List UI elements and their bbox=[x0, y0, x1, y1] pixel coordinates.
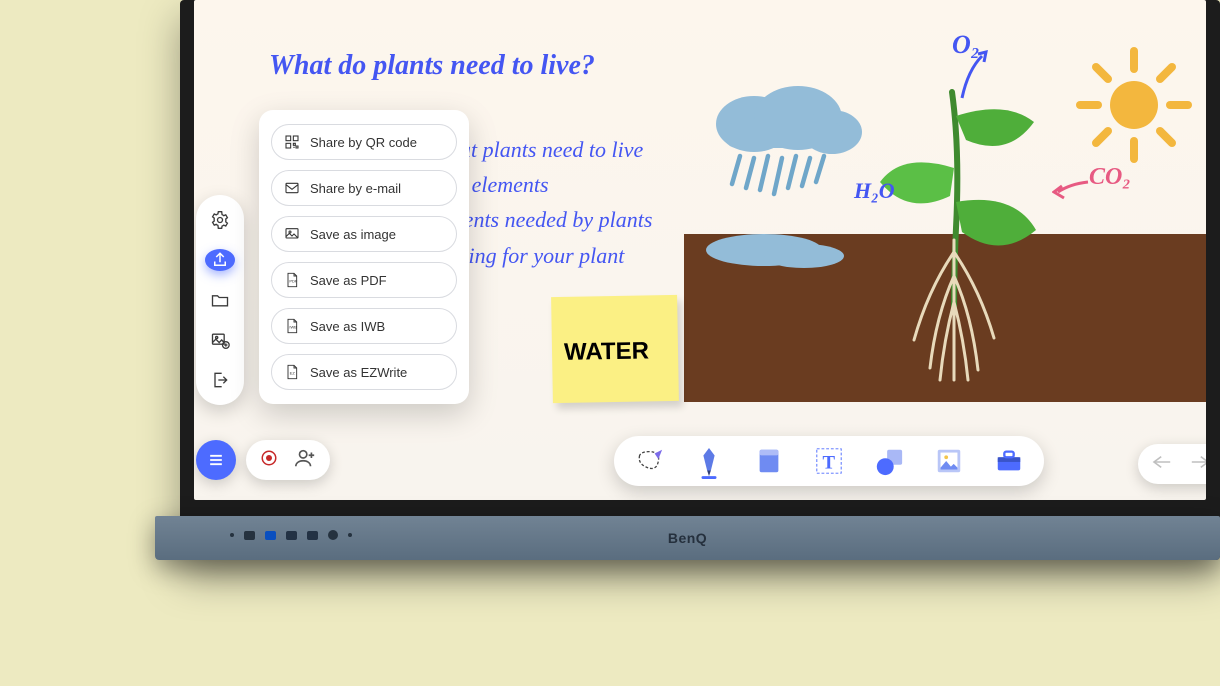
shapes-tool[interactable] bbox=[874, 446, 904, 476]
plant-illustration bbox=[874, 80, 1044, 400]
bottom-toolbar: T bbox=[614, 436, 1044, 486]
save-image-option[interactable]: Save as image bbox=[271, 216, 457, 252]
gear-icon bbox=[210, 210, 230, 230]
record-button[interactable] bbox=[260, 449, 278, 472]
history-toolbar bbox=[1138, 444, 1206, 484]
sticky-note[interactable]: WATER bbox=[551, 295, 679, 403]
sun-illustration bbox=[1074, 45, 1194, 165]
add-person-button[interactable] bbox=[294, 447, 316, 474]
main-menu-button[interactable] bbox=[196, 440, 236, 480]
usb-a-port-1 bbox=[286, 531, 297, 540]
lesson-body: hat plants need to live al elements rien… bbox=[449, 132, 652, 273]
folder-icon bbox=[210, 290, 230, 310]
exit-button[interactable] bbox=[205, 369, 235, 391]
share-icon bbox=[211, 251, 229, 269]
undo-icon bbox=[1152, 453, 1174, 471]
save-ez-label: Save as EZWrite bbox=[310, 366, 407, 379]
hdmi-port bbox=[244, 531, 255, 540]
pen-icon bbox=[694, 446, 724, 480]
settings-button[interactable] bbox=[205, 209, 235, 231]
redo-button[interactable] bbox=[1188, 453, 1206, 476]
image-tool[interactable] bbox=[934, 446, 964, 476]
undo-button[interactable] bbox=[1152, 453, 1174, 476]
image-file-icon bbox=[284, 226, 300, 242]
aux-port bbox=[328, 530, 338, 540]
h2o-label: H₂O bbox=[854, 180, 895, 202]
svg-text:PDF: PDF bbox=[289, 279, 298, 284]
share-qr-label: Share by QR code bbox=[310, 136, 417, 149]
share-button[interactable] bbox=[205, 249, 235, 271]
exit-icon bbox=[210, 370, 230, 390]
share-popover: Share by QR code Share by e-mail Save as… bbox=[259, 110, 469, 404]
monitor-front-bar: BenQ bbox=[155, 516, 1220, 560]
lasso-icon bbox=[634, 446, 664, 476]
svg-text:T: T bbox=[822, 453, 835, 474]
eraser-tool[interactable] bbox=[754, 446, 784, 476]
redo-icon bbox=[1188, 453, 1206, 471]
save-iwb-option[interactable]: IWB Save as IWB bbox=[271, 308, 457, 344]
svg-text:IWB: IWB bbox=[289, 325, 297, 330]
share-email-label: Share by e-mail bbox=[310, 182, 401, 195]
display-bezel: What do plants need to live? hat plants … bbox=[180, 0, 1220, 560]
bottom-left-cluster bbox=[196, 440, 330, 480]
add-person-icon bbox=[294, 447, 316, 469]
save-pdf-option[interactable]: PDF Save as PDF bbox=[271, 262, 457, 298]
mic-hole bbox=[348, 533, 352, 537]
toolbox-icon bbox=[994, 446, 1024, 476]
save-ezwrite-option[interactable]: EZ Save as EZWrite bbox=[271, 354, 457, 390]
select-tool[interactable] bbox=[634, 446, 664, 476]
toolbox-tool[interactable] bbox=[994, 446, 1024, 476]
folder-button[interactable] bbox=[205, 289, 235, 311]
text-tool[interactable]: T bbox=[814, 446, 844, 476]
save-image-label: Save as image bbox=[310, 228, 396, 241]
brand-logo: BenQ bbox=[668, 531, 707, 545]
lesson-title: What do plants need to live? bbox=[269, 48, 595, 83]
share-email-option[interactable]: Share by e-mail bbox=[271, 170, 457, 206]
record-icon bbox=[260, 449, 278, 467]
add-image-button[interactable] bbox=[205, 329, 235, 351]
eraser-icon bbox=[754, 446, 784, 476]
share-qr-option[interactable]: Share by QR code bbox=[271, 124, 457, 160]
qr-icon bbox=[284, 134, 300, 150]
usb-a-port-2 bbox=[307, 531, 318, 540]
mail-icon bbox=[284, 180, 300, 196]
front-ports bbox=[230, 530, 352, 540]
add-image-icon bbox=[210, 330, 230, 350]
ez-file-icon: EZ bbox=[284, 364, 300, 380]
text-icon: T bbox=[814, 446, 844, 476]
co2-arrow bbox=[1052, 174, 1092, 204]
pdf-file-icon: PDF bbox=[284, 272, 300, 288]
sticky-text: WATER bbox=[564, 339, 649, 364]
o2-label: O₂ bbox=[952, 32, 980, 58]
side-toolbar bbox=[196, 195, 244, 405]
whiteboard-canvas[interactable]: What do plants need to live? hat plants … bbox=[194, 0, 1206, 500]
shapes-icon bbox=[874, 446, 904, 476]
iwb-file-icon: IWB bbox=[284, 318, 300, 334]
co2-label: CO₂ bbox=[1089, 165, 1131, 189]
svg-text:EZ: EZ bbox=[290, 371, 296, 376]
power-led bbox=[230, 533, 234, 537]
usb-b-port bbox=[265, 531, 276, 540]
save-iwb-label: Save as IWB bbox=[310, 320, 385, 333]
menu-icon bbox=[206, 450, 226, 470]
pen-tool[interactable] bbox=[694, 446, 724, 476]
save-pdf-label: Save as PDF bbox=[310, 274, 387, 287]
image-icon bbox=[934, 446, 964, 476]
